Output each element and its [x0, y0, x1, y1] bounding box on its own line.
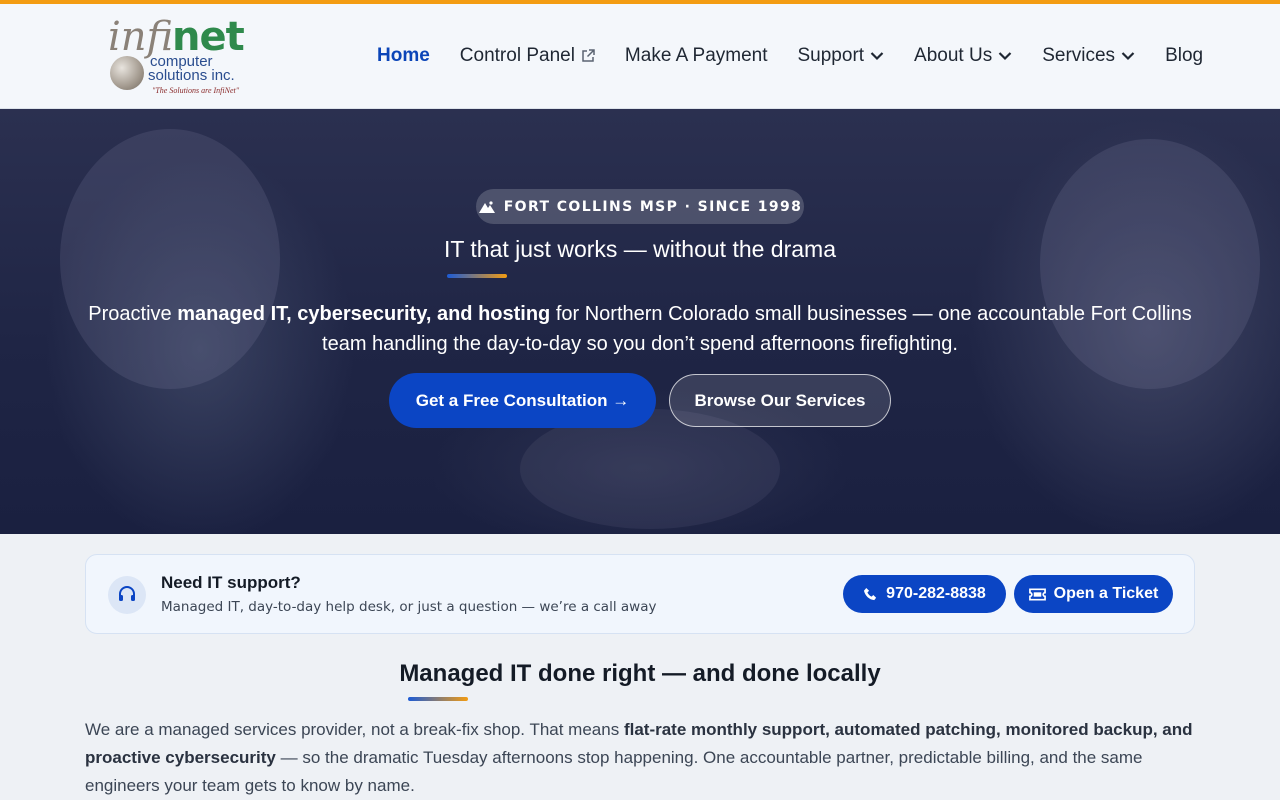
nav-item-label: Blog — [1165, 45, 1204, 66]
section-accent-bar — [408, 697, 468, 701]
open-ticket-button[interactable]: Open a Ticket — [1014, 575, 1173, 613]
hero-accent-bar — [447, 274, 507, 278]
nav-item-make-a-payment[interactable]: Make A Payment — [625, 45, 768, 67]
nav-item-about-us[interactable]: About Us — [914, 45, 1012, 67]
main-nav: Home Control Panel Make A Payment Suppor… — [362, 34, 1218, 78]
nav-item-label: Services — [1042, 45, 1116, 66]
hero-subtitle: IT that just works — without the drama — [443, 236, 836, 262]
logo-line-2: solutions inc. — [148, 67, 235, 84]
nav-item-label: Home — [377, 45, 430, 66]
support-title: Need IT support? — [161, 573, 301, 592]
chevron-down-icon — [1121, 52, 1135, 61]
nav-item-blog[interactable]: Blog — [1165, 45, 1203, 67]
hero-badge-text: FORT COLLINS MSP · SINCE 1998 — [503, 198, 803, 215]
nav-item-control-panel[interactable]: Control Panel — [460, 45, 595, 67]
section-body: We are a managed services provider, not … — [85, 716, 1195, 800]
hero-desc-text: Proactive — [88, 303, 178, 325]
brand-logo[interactable]: infi net computer solutions inc. "The So… — [108, 14, 258, 98]
external-link-icon — [582, 49, 595, 62]
nav-item-home[interactable]: Home — [377, 45, 430, 67]
nav-item-label: Support — [797, 45, 865, 66]
hero-description: Proactive managed IT, cybersecurity, and… — [80, 299, 1200, 359]
nav-item-label: Make A Payment — [624, 45, 768, 66]
headset-icon — [108, 576, 146, 614]
phone-icon — [864, 587, 877, 600]
chevron-down-icon — [870, 52, 884, 61]
nav-item-label: Control Panel — [459, 45, 575, 66]
logo-tagline: "The Solutions are InfiNet" — [152, 86, 240, 95]
hero-banner: FORT COLLINS MSP · SINCE 1998 IT that ju… — [0, 109, 1280, 534]
hero-desc-emphasis: managed IT, cybersecurity, and hosting — [177, 303, 551, 325]
nav-item-label: About Us — [914, 45, 993, 66]
open-ticket-label: Open a Ticket — [1053, 585, 1159, 602]
section-body-text: We are a managed services provider, not … — [85, 720, 624, 739]
logo-globe-icon — [110, 56, 144, 90]
site-header: infi net computer solutions inc. "The So… — [0, 4, 1280, 109]
free-consultation-button[interactable]: Get a Free Consultation → — [389, 373, 656, 428]
mountain-icon — [478, 200, 495, 213]
chevron-down-icon — [998, 52, 1012, 61]
section-title: Managed IT done right — and done locally — [399, 660, 881, 687]
support-description: Managed IT, day-to-day help desk, or jus… — [161, 599, 657, 615]
support-callout-card: Need IT support? Managed IT, day-to-day … — [85, 554, 1195, 634]
call-phone-button[interactable]: 970-282-8838 — [843, 575, 1006, 613]
nav-item-services[interactable]: Services — [1042, 45, 1135, 67]
hero-badge: FORT COLLINS MSP · SINCE 1998 — [476, 189, 804, 224]
ticket-icon — [1028, 587, 1046, 601]
browse-services-button[interactable]: Browse Our Services — [669, 374, 891, 427]
phone-number: 970-282-8838 — [886, 585, 986, 602]
nav-item-support[interactable]: Support — [798, 45, 885, 67]
